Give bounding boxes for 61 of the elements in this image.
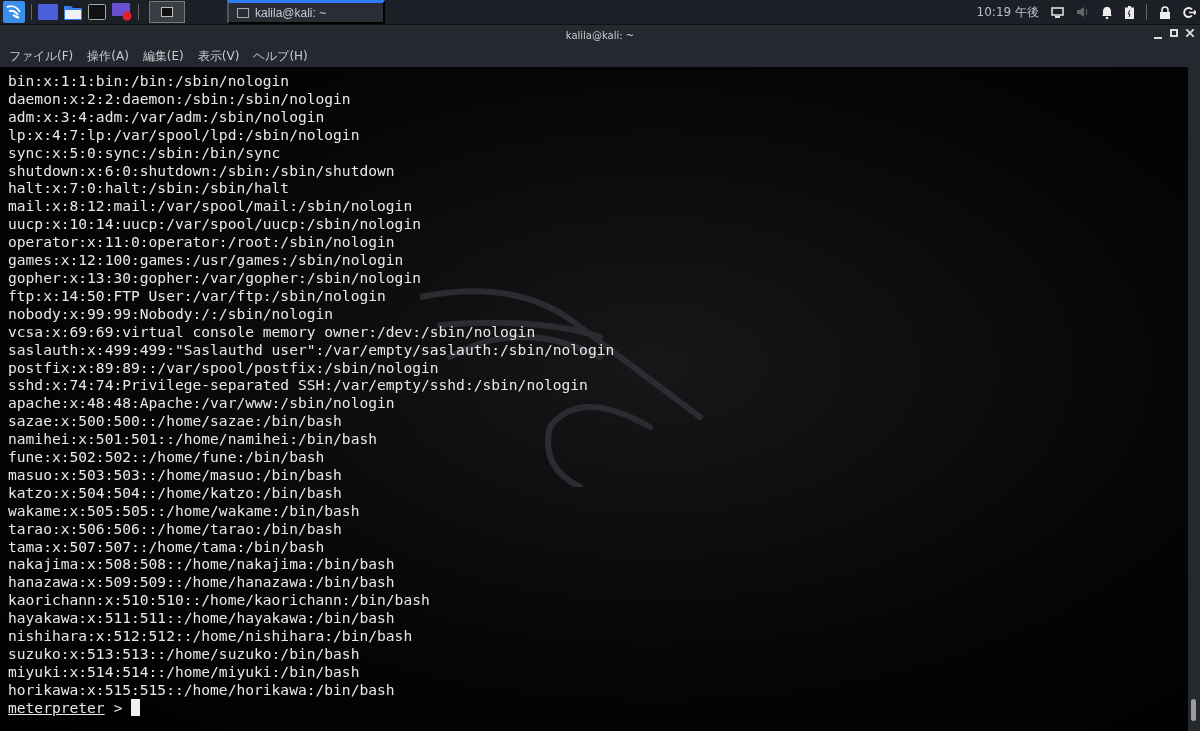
screen-recorder-icon[interactable] bbox=[112, 3, 132, 21]
prompt-label: meterpreter bbox=[8, 698, 105, 717]
menu-item[interactable]: ファイル(F) bbox=[4, 45, 79, 67]
terminal-line: uucp:x:10:14:uucp:/var/spool/uucp:/sbin/nologin bbox=[8, 215, 422, 234]
menu-item[interactable]: 編集(E) bbox=[137, 45, 189, 67]
terminal-line: halt:x:7:0:halt:/sbin:/sbin/halt bbox=[8, 179, 291, 198]
terminal-line: nakajima:x:508:508::/home/nakajima:/bin/bash bbox=[8, 555, 396, 574]
workspace-switcher[interactable] bbox=[149, 1, 185, 23]
terminal-line: apache:x:48:48:Apache:/var/www:/sbin/nologin bbox=[8, 394, 396, 413]
menu-item[interactable]: ヘルプ(H) bbox=[248, 45, 313, 67]
window-icon bbox=[161, 7, 173, 17]
terminal-line: nobody:x:99:99:Nobody:/:/sbin/nologin bbox=[8, 304, 335, 323]
lock-icon[interactable] bbox=[1159, 5, 1171, 19]
taskbar-window-button[interactable]: kalila@kali: ~ bbox=[227, 0, 385, 24]
terminal-line: daemon:x:2:2:daemon:/sbin:/sbin/nologin bbox=[8, 89, 352, 108]
terminal-line: tarao:x:506:506::/home/tarao:/bin/bash bbox=[8, 519, 343, 538]
bell-icon[interactable] bbox=[1101, 5, 1113, 19]
terminal-line: horikawa:x:515:515::/home/horikawa:/bin/bash bbox=[8, 680, 396, 699]
terminal-line: miyuki:x:514:514::/home/miyuki:/bin/bash bbox=[8, 662, 361, 681]
monitor-icon[interactable] bbox=[1051, 6, 1064, 18]
logout-icon[interactable] bbox=[1183, 5, 1196, 19]
terminal-line: mail:x:8:12:mail:/var/spool/mail:/sbin/nologin bbox=[8, 197, 414, 216]
terminal-line: kaorichann:x:510:510::/home/kaorichann:/bin/bash bbox=[8, 591, 431, 610]
terminal-line: sync:x:5:0:sync:/sbin:/bin/sync bbox=[8, 143, 282, 162]
battery-icon[interactable] bbox=[1125, 5, 1134, 19]
terminal-line: bin:x:1:1:bin:/bin:/sbin/nologin bbox=[8, 72, 291, 90]
clock[interactable]: 10:19 午後 bbox=[976, 3, 1039, 21]
terminal-line: adm:x:3:4:adm:/var/adm:/sbin/nologin bbox=[8, 107, 326, 126]
menu-item[interactable]: 操作(A) bbox=[82, 45, 134, 67]
terminal-line: operator:x:11:0:operator:/root:/sbin/nologin bbox=[8, 233, 396, 252]
terminal-line: sshd:x:74:74:Privilege-separated SSH:/var/empty/sshd:/sbin/nologin bbox=[8, 376, 589, 395]
terminal-line: masuo:x:503:503::/home/masuo:/bin/bash bbox=[8, 465, 343, 484]
scrollbar-thumb[interactable] bbox=[1191, 699, 1196, 721]
terminal-icon[interactable] bbox=[88, 4, 106, 20]
terminal-line: lp:x:4:7:lp:/var/spool/lpd:/sbin/nologin bbox=[8, 125, 361, 144]
terminal-line: postfix:x:89:89::/var/spool/postfix:/sbin/nologin bbox=[8, 358, 440, 377]
terminal-line: namihei:x:501:501::/home/namihei:/bin/bash bbox=[8, 430, 379, 449]
terminal-line: suzuko:x:513:513::/home/suzuko:/bin/bash bbox=[8, 645, 361, 663]
folder-icon[interactable] bbox=[64, 4, 82, 20]
terminal-line: nishihara:x:512:512::/home/nishihara:/bin/bash bbox=[8, 627, 414, 645]
close-icon[interactable] bbox=[1186, 29, 1194, 37]
terminal-line: shutdown:x:6:0:shutdown:/sbin:/sbin/shutdown bbox=[8, 161, 396, 180]
terminal-line: saslauth:x:499:499:"Saslauthd user":/var/empty/saslauth:/sbin/nologin bbox=[8, 340, 616, 359]
volume-icon[interactable] bbox=[1076, 6, 1089, 18]
terminal-line: games:x:12:100:games:/usr/games:/sbin/nologin bbox=[8, 251, 405, 269]
prompt-symbol: > bbox=[113, 698, 123, 717]
terminal-window-icon bbox=[237, 7, 249, 18]
terminal-line: hanazawa:x:509:509::/home/hanazawa:/bin/bash bbox=[8, 573, 396, 592]
terminal-line: sazae:x:500:500::/home/sazae:/bin/bash bbox=[8, 412, 343, 431]
terminal-line: tama:x:507:507::/home/tama:/bin/bash bbox=[8, 537, 326, 556]
terminal-line: fune:x:502:502::/home/fune:/bin/bash bbox=[8, 448, 326, 466]
terminal-line: vcsa:x:69:69:virtual console memory owner:/dev:/sbin/nologin bbox=[8, 322, 537, 341]
menu-item[interactable]: 表示(V) bbox=[192, 45, 245, 67]
maximize-icon[interactable] bbox=[1170, 29, 1178, 37]
terminal-line: gopher:x:13:30:gopher:/var/gopher:/sbin/nologin bbox=[8, 268, 422, 287]
terminal-line: wakame:x:505:505::/home/wakame:/bin/bash bbox=[8, 501, 361, 520]
window-title: kalila@kali: ~ bbox=[565, 29, 635, 41]
text-cursor bbox=[131, 699, 141, 717]
terminal-line: ftp:x:14:50:FTP User:/var/ftp:/sbin/nologin bbox=[8, 286, 387, 305]
terminal-line: hayakawa:x:511:511::/home/hayakawa:/bin/bash bbox=[8, 609, 396, 628]
terminal-line: katzo:x:504:504::/home/katzo:/bin/bash bbox=[8, 483, 343, 502]
